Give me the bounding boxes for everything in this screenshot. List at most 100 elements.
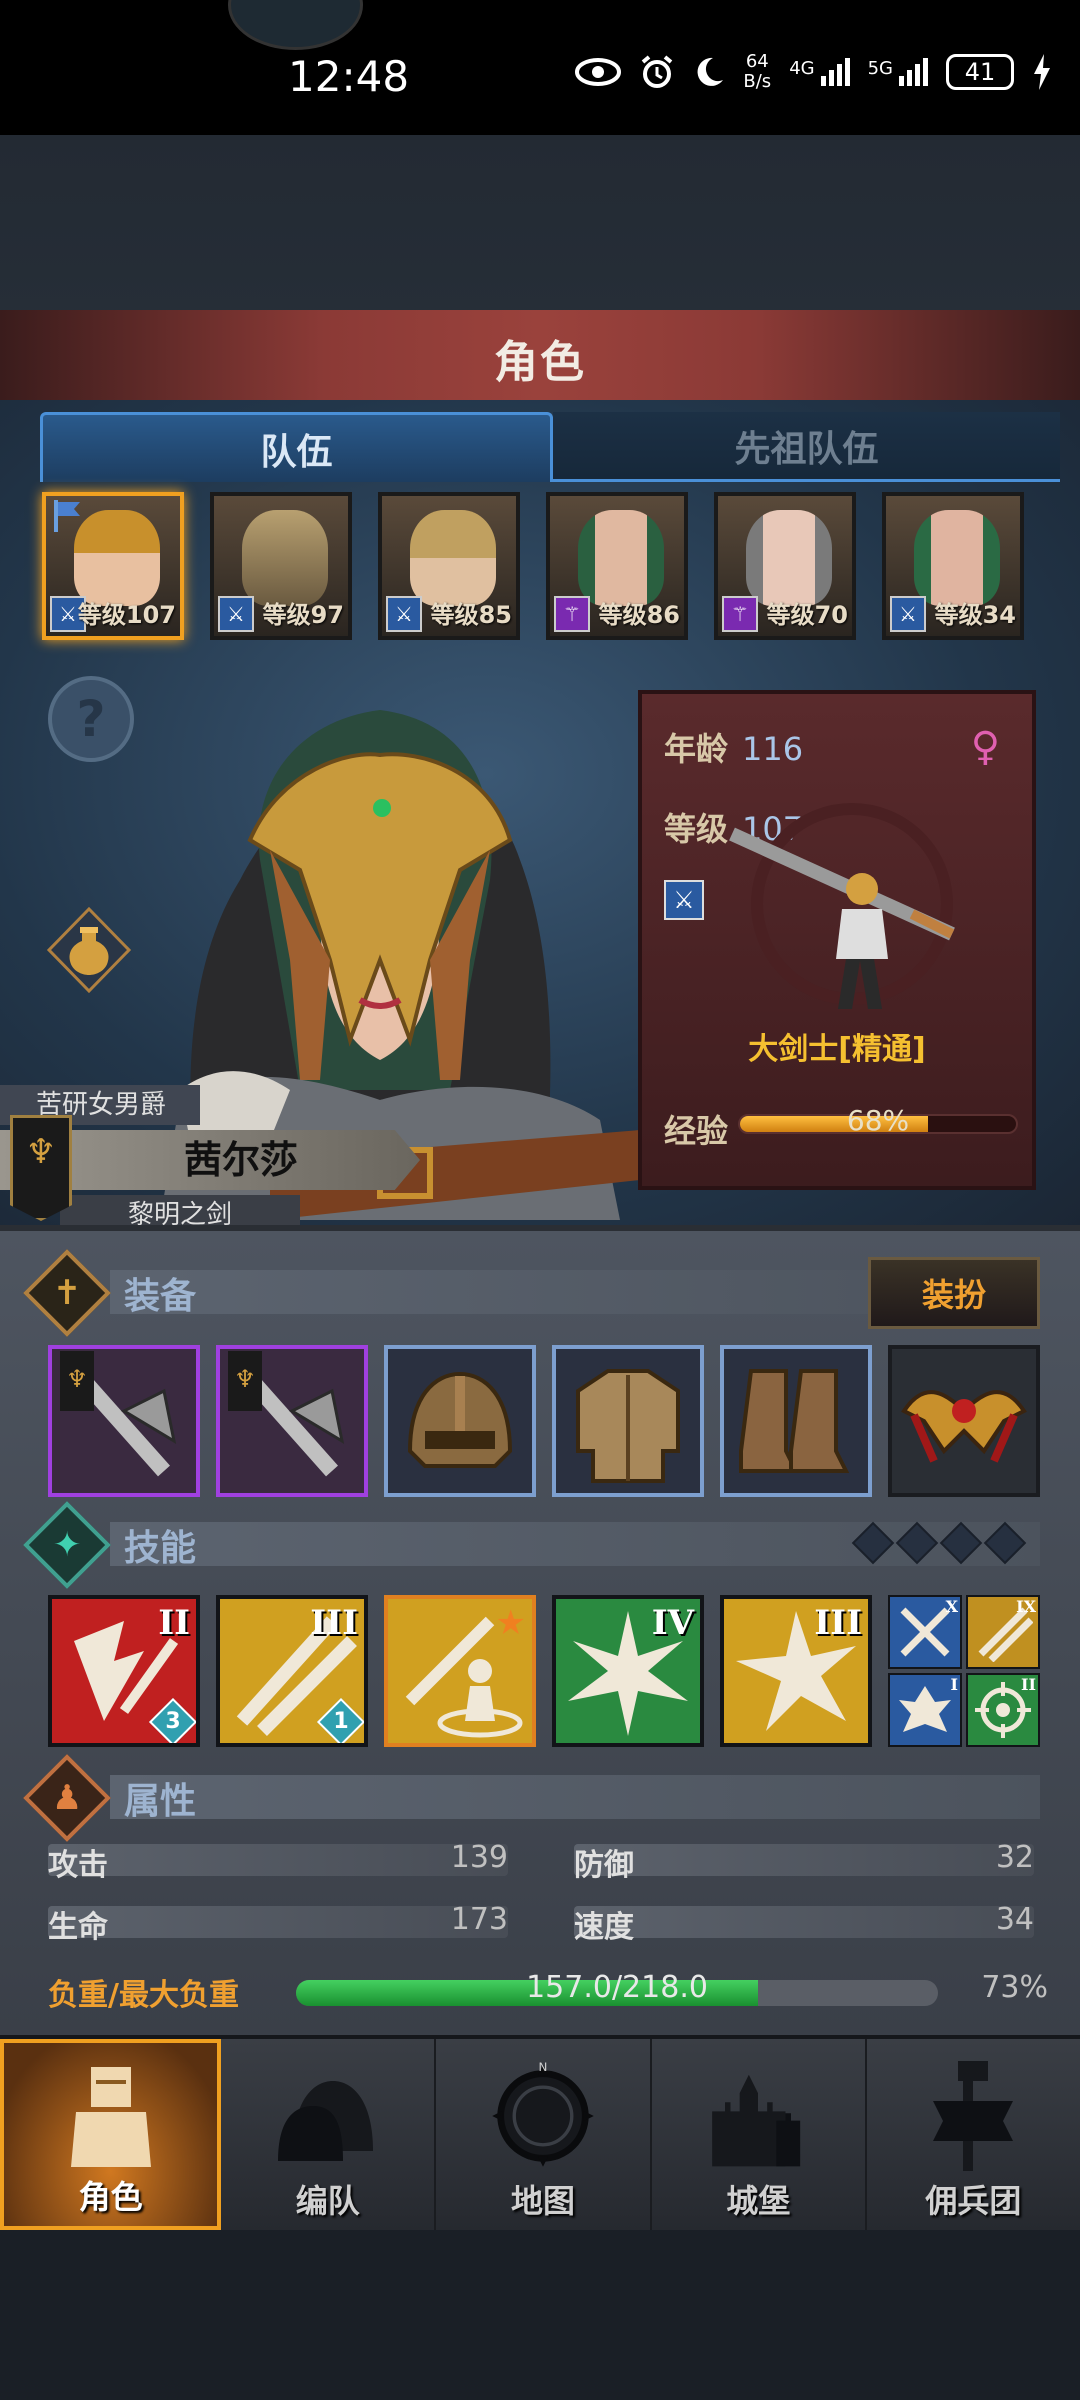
passive-skill-slot[interactable]: IX: [966, 1595, 1040, 1669]
helmet-icon: [407, 1371, 513, 1468]
hero-level: 等级97: [262, 601, 344, 629]
stat-defense: 防御 32: [574, 1840, 1034, 1883]
load-value: 157.0/218.0: [526, 1970, 708, 2005]
guild-banner-icon: ♆: [10, 1115, 72, 1221]
camera-notch: [228, 0, 363, 50]
hero-card[interactable]: ⚔ 等级34: [882, 492, 1024, 640]
load-percent: 73%: [981, 1970, 1048, 2005]
bottom-blank-area: [0, 2230, 1080, 2400]
hero-portrait: [914, 510, 1000, 606]
class-figure: [729, 803, 955, 1009]
sword-icon: ⚔: [664, 880, 704, 920]
skills-label: 技能: [124, 1528, 197, 1569]
passive-skill-grid: X IX I II: [888, 1595, 1040, 1747]
attributes-header-bar: [110, 1775, 1040, 1819]
charging-bolt-icon: [1034, 54, 1050, 90]
equipment-header: ✝ 装备: [23, 1249, 197, 1337]
equipment-slot[interactable]: [384, 1345, 536, 1497]
age-value: 116: [742, 730, 804, 768]
mercenary-banner-icon: [933, 2061, 1014, 2171]
attributes-header: ♟ 属性: [23, 1754, 197, 1842]
character-nameplate: 苦研女男爵 茜尔莎 黎明之剑 ♆: [0, 1085, 430, 1235]
equipment-slot[interactable]: [552, 1345, 704, 1497]
skill-slot[interactable]: III 1: [216, 1595, 368, 1747]
staff-icon: ⚚: [554, 596, 590, 632]
equipment-slot[interactable]: ♆: [48, 1345, 200, 1497]
signal-4g-icon: 4G: [789, 58, 850, 86]
signal-5g-icon: 5G: [868, 58, 928, 86]
tab-team[interactable]: 队伍: [40, 412, 553, 482]
stat-attack: 攻击 139: [48, 1840, 508, 1883]
axe-banner-icon: ♆: [228, 1351, 345, 1477]
status-icons: 64 B/s 4G 5G 41: [575, 52, 1052, 92]
equipment-slot[interactable]: ♆: [216, 1345, 368, 1497]
hero-card[interactable]: ⚔ 等级107: [42, 492, 184, 640]
equipment-slots: ♆ ♆: [48, 1345, 1040, 1497]
dress-up-button[interactable]: 装扮: [868, 1257, 1040, 1329]
compass-icon: N: [492, 2060, 594, 2167]
sword-icon: ⚔: [890, 596, 926, 632]
nav-castle[interactable]: 城堡: [652, 2039, 867, 2230]
hero-card[interactable]: ⚔ 等级85: [378, 492, 520, 640]
axe-banner-icon: ♆: [60, 1351, 177, 1477]
screen-title: 角色: [494, 337, 586, 388]
skill-list: II 3 III 1 ★ IV III X IX I II: [48, 1595, 1040, 1747]
hero-card[interactable]: ⚚ 等级86: [546, 492, 688, 640]
skill-slot[interactable]: II 3: [48, 1595, 200, 1747]
hero-portrait: [74, 510, 160, 606]
exp-label: 经验: [664, 1112, 729, 1150]
stat-speed: 速度 34: [574, 1902, 1034, 1945]
hero-portrait: [242, 510, 328, 606]
passive-skill-slot[interactable]: I: [888, 1673, 962, 1747]
amulet-icon: [901, 1390, 1027, 1463]
hero-card[interactable]: ⚚ 等级70: [714, 492, 856, 640]
castle-icon: [712, 2074, 801, 2167]
passive-skill-slot[interactable]: X: [888, 1595, 962, 1669]
shield-burst-icon: [899, 1686, 951, 1732]
skill-slot[interactable]: IV: [552, 1595, 704, 1747]
star-icon: ✦: [23, 1501, 111, 1589]
hero-portrait: [578, 510, 664, 606]
skill-slot[interactable]: ★: [384, 1595, 536, 1747]
nav-map[interactable]: N 地图: [436, 2039, 652, 2230]
person-icon: ♟: [23, 1754, 111, 1842]
nav-mercenaries[interactable]: 佣兵团: [867, 2039, 1080, 2230]
tab-ancestor-team[interactable]: 先祖队伍: [553, 412, 1060, 482]
skills-header: ✦ 技能: [23, 1501, 197, 1589]
nav-character[interactable]: 角色: [0, 2039, 222, 2230]
equipment-slot[interactable]: [888, 1345, 1040, 1497]
status-time: 12:48: [288, 52, 410, 101]
hero-roster: ⚔ 等级107 ⚔ 等级97 ⚔ 等级85 ⚚ 等级86 ⚚ 等级70 ⚔ 等级…: [42, 492, 1042, 642]
moon-icon: [697, 57, 724, 86]
network-speed: 64 B/s: [743, 51, 772, 92]
question-icon: ?: [76, 690, 106, 748]
staff-icon: ⚚: [722, 596, 758, 632]
nav-formation[interactable]: 编队: [221, 2039, 437, 2230]
female-icon: ♀: [970, 724, 1000, 770]
skill-slot[interactable]: III: [720, 1595, 872, 1747]
age-row: 年龄 116: [664, 730, 804, 768]
equipment-label: 装备: [124, 1276, 197, 1317]
equipment-slot[interactable]: [720, 1345, 872, 1497]
attributes-label: 属性: [124, 1781, 197, 1822]
hero-card[interactable]: ⚔ 等级97: [210, 492, 352, 640]
status-bar: 12:48 64 B/s 4G 5G 41: [0, 0, 1080, 135]
boots-icon: [739, 1369, 850, 1473]
hero-level: 等级85: [430, 601, 512, 629]
passive-skill-slot[interactable]: II: [966, 1673, 1040, 1747]
hero-portrait: [746, 510, 832, 606]
star-icon: ★: [495, 1603, 526, 1643]
sword-icon: ⚔: [218, 596, 254, 632]
svg-text:N: N: [539, 2060, 548, 2074]
stat-hp: 生命 173: [48, 1902, 508, 1945]
screen-title-banner: 角色: [0, 310, 1080, 410]
exp-percent: 68%: [846, 1104, 910, 1137]
hero-level: 等级34: [934, 601, 1016, 629]
eye-icon: [575, 58, 622, 86]
alarm-icon: [642, 55, 673, 88]
knight-icon: [70, 2067, 151, 2167]
skill-slot-indicators: [851, 1521, 1027, 1565]
class-name: 大剑士[精通]: [748, 1032, 926, 1067]
load-label: 负重/最大负重: [48, 1978, 239, 2013]
armor-icon: [576, 1369, 680, 1483]
